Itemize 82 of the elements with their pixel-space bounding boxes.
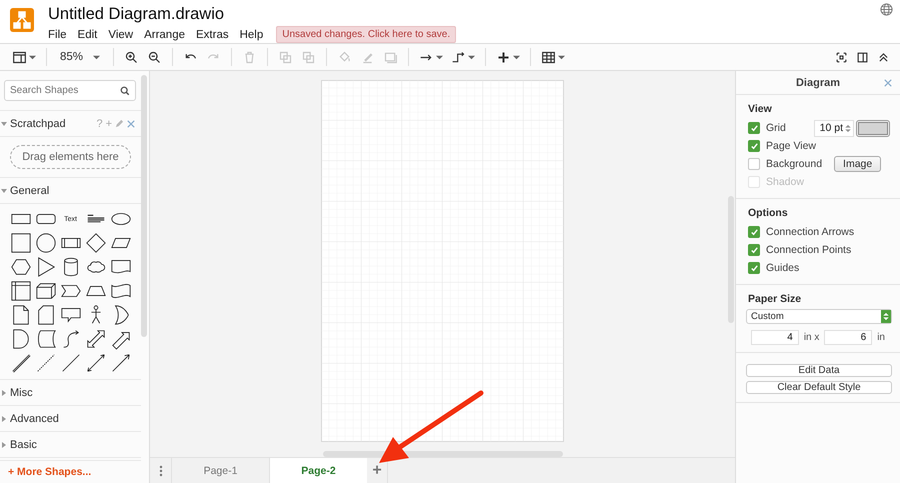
checkbox-label: Connection Points [766,244,852,256]
fit-icon [835,50,848,64]
menu-item[interactable]: File [48,28,67,40]
shape-icon[interactable] [10,232,32,254]
stepper-arrows-icon [845,122,851,134]
sidebar-section-header[interactable]: Misc [0,380,141,406]
panel-button[interactable]: Clear Default Style [746,381,892,394]
checkbox[interactable] [748,262,760,274]
zoom-level-dropdown[interactable]: 85% [54,46,106,68]
globe-icon[interactable] [880,3,893,16]
shape-icon[interactable] [84,328,106,350]
shape-icon[interactable] [34,232,56,254]
section-title: General [10,184,50,196]
checkbox[interactable] [748,244,760,256]
checkbox-label: Page View [766,140,816,152]
panel-title: Diagram [796,76,840,88]
shape-icon[interactable] [110,352,132,374]
search-icon [120,86,130,96]
section-title: Basic [10,438,37,450]
section-title: Scratchpad [10,118,66,130]
shape-icon[interactable] [10,352,32,374]
unit-label: in [877,332,885,343]
checkbox[interactable] [748,226,760,238]
panel-button[interactable]: Edit Data [746,364,892,377]
shape-icon[interactable] [84,232,106,254]
checkbox[interactable] [748,140,760,152]
scrollbar-thumb[interactable] [141,75,147,337]
checkbox-label: Shadow [766,176,804,188]
image-button[interactable]: Image [834,156,882,172]
caret-icon [93,54,100,60]
checkbox-label: Background [766,158,822,170]
stepper-arrows-icon [883,312,889,321]
color-swatch[interactable] [856,120,890,136]
section-title: View [748,103,773,115]
page-tab[interactable]: Page-2 [269,458,367,483]
paint-bucket-icon [337,50,352,64]
menu-item[interactable]: Edit [78,28,98,40]
horizontal-scrollbar[interactable] [322,451,562,457]
chevrons-up-icon [877,50,890,64]
section-title: Paper Size [748,293,802,305]
width-field[interactable]: 4 [751,330,799,345]
overlapping-squares-icon [278,50,294,64]
checkbox[interactable] [748,122,760,134]
menu-item[interactable]: Extras [196,28,229,40]
section-title: Advanced [10,412,59,424]
side-panel-icon [856,50,869,64]
caret-icon [513,54,520,60]
caret-icon [468,54,476,60]
section-title: Misc [10,386,33,398]
zoom-out-icon [147,50,162,64]
search-shapes-field[interactable]: Search Shapes [4,80,136,101]
menu-item[interactable]: Help [240,28,264,40]
checkbox[interactable] [748,158,760,170]
sidebar-section-header[interactable]: Basic [0,432,141,458]
paper-size-dropdown[interactable]: Custom [746,309,892,324]
unsaved-changes-notice[interactable]: Unsaved changes. Click here to save. [276,26,456,43]
grid-size-spinner[interactable]: 10 pt [814,120,854,136]
plus-icon [496,50,512,64]
scratchpad-drop-zone[interactable]: Drag elements here [10,145,131,169]
more-shapes-link[interactable]: + More Shapes... [0,460,141,483]
shape-icon[interactable] [84,352,106,374]
overlapping-squares-icon [301,50,316,64]
caret-icon [558,54,566,60]
panel-layout-icon [12,50,27,64]
shape-icon[interactable] [10,280,32,302]
page-menu-icon[interactable] [159,464,163,476]
height-field[interactable]: 6 [824,330,872,345]
zoom-in-icon [124,50,140,64]
unit-label: in x [804,332,820,343]
caret-icon [29,54,36,60]
checkbox-label: Guides [766,262,800,274]
table-icon [541,50,556,64]
menu-item[interactable]: View [108,28,134,40]
app-logo-icon [10,8,34,32]
document-title[interactable]: Untitled Diagram.drawio [48,4,456,24]
checkbox-label: Connection Arrows [766,226,854,238]
sidebar-section-header[interactable]: Advanced [0,406,141,432]
checkbox-label: Grid [766,122,786,134]
section-title: Options [748,207,789,219]
elbow-connector-icon [451,50,466,64]
menu-item[interactable]: Arrange [144,28,185,40]
caret-icon [436,54,444,60]
